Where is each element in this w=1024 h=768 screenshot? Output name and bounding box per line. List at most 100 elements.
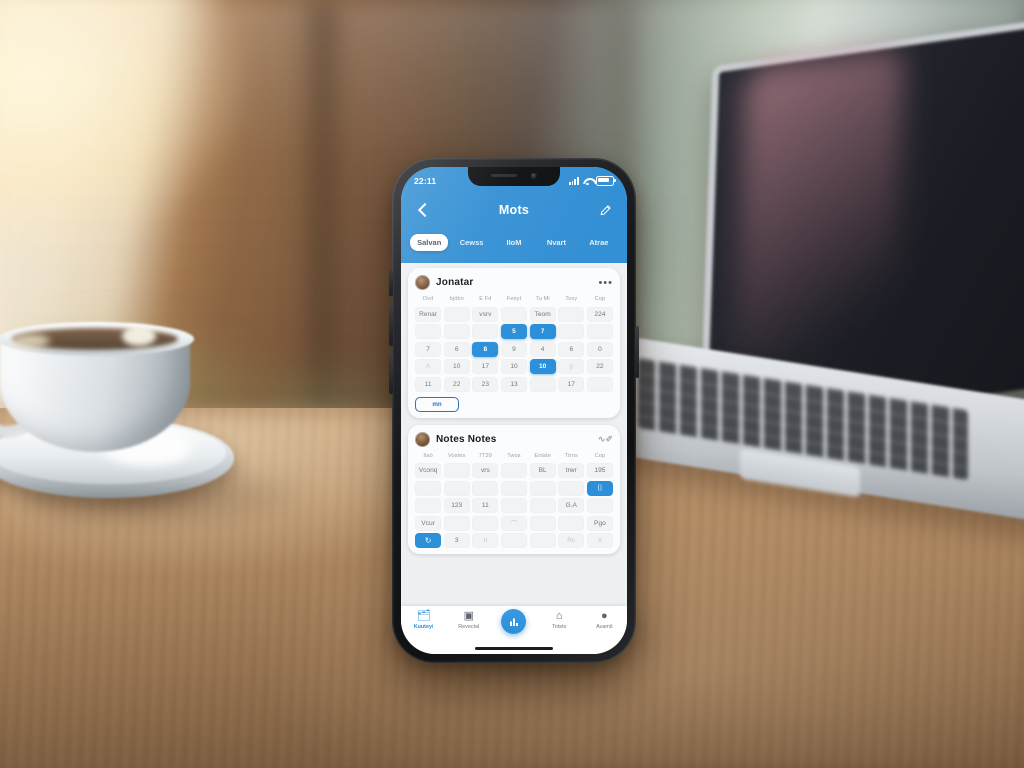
- calendar-day[interactable]: Vcur: [415, 515, 442, 531]
- calendar-day[interactable]: [558, 324, 585, 339]
- calendar-day[interactable]: y: [558, 359, 585, 374]
- calendar-day[interactable]: [500, 463, 528, 478]
- calendar-day[interactable]: 224: [586, 306, 613, 322]
- calendar-day[interactable]: [558, 306, 585, 322]
- calendar-day[interactable]: 7: [415, 341, 442, 357]
- calendar-day[interactable]: 9: [500, 341, 528, 357]
- calendar-day[interactable]: 11: [472, 498, 499, 513]
- calendar-day[interactable]: A: [415, 359, 442, 374]
- more-options-icon[interactable]: •••: [598, 277, 613, 288]
- calendar-day[interactable]: [500, 533, 528, 548]
- scribble-icon[interactable]: ∿✐: [598, 434, 613, 445]
- calendar-day[interactable]: Vconq: [415, 463, 442, 478]
- calendar-day[interactable]: Rc: [558, 533, 585, 548]
- calendar-day[interactable]: [415, 324, 442, 339]
- calendar-day[interactable]: 22: [443, 376, 470, 392]
- calendar-day[interactable]: 6: [558, 341, 585, 357]
- mute-switch[interactable]: [389, 270, 393, 296]
- bottom-tab-bar[interactable]: 🗂 Kuuteyi ▣ Revectal ⌂ Totsts ● Avamš: [401, 606, 627, 654]
- calendar-day[interactable]: 123: [443, 498, 470, 513]
- calendar-day[interactable]: [443, 306, 470, 322]
- calendar-day-selected[interactable]: 10: [529, 359, 556, 374]
- tab-0[interactable]: Salvan: [410, 233, 449, 251]
- calendar-day[interactable]: 4: [529, 341, 556, 357]
- calendar-day[interactable]: 10: [500, 359, 528, 374]
- calendar-day[interactable]: ⌒: [500, 515, 528, 531]
- scroll-content[interactable]: Jonatar ••• Dvd bjöbn E Fd Feeyt Tu Mi Toxy Cop R…: [401, 263, 627, 606]
- calendar-day[interactable]: [529, 498, 556, 513]
- calendar-day[interactable]: BL: [529, 463, 556, 478]
- segment-tabs[interactable]: Salvan Cewss IIoM Nvart Atrae: [401, 227, 627, 263]
- calendar-day[interactable]: [586, 498, 613, 513]
- bottom-nav-item-1[interactable]: ▣ Revectal: [449, 610, 489, 630]
- calendar-day[interactable]: [415, 498, 442, 513]
- chevron-left-icon: [417, 202, 432, 218]
- calendar-day[interactable]: Teom: [529, 306, 556, 322]
- calendar-day[interactable]: n: [472, 533, 499, 548]
- calendar-day[interactable]: [529, 515, 556, 531]
- calendar-day[interactable]: [472, 324, 499, 339]
- volume-up-button[interactable]: [389, 308, 393, 346]
- edit-button[interactable]: [595, 200, 615, 220]
- calendar-day[interactable]: [443, 324, 470, 339]
- calendar-day[interactable]: [443, 515, 470, 531]
- bottom-nav-item-3[interactable]: ⌂ Totsts: [539, 610, 579, 630]
- smartphone: 22:11 Mots Salvan Cewss IIoM Nvart Atrae…: [389, 158, 639, 663]
- calendar-day[interactable]: trwr: [558, 463, 585, 478]
- tab-2[interactable]: IIoM: [495, 234, 533, 251]
- card-action-button[interactable]: mn: [415, 396, 459, 412]
- calendar-day[interactable]: [472, 480, 499, 496]
- calendar-day[interactable]: [443, 480, 470, 496]
- calendar-day[interactable]: Pgo: [586, 515, 613, 531]
- calendar-day[interactable]: 0: [586, 341, 613, 357]
- calendar-day[interactable]: [529, 376, 556, 392]
- calendar-day[interactable]: 23: [472, 376, 499, 392]
- calendar-day[interactable]: vsrv: [472, 306, 499, 322]
- calendar-day[interactable]: [558, 480, 585, 496]
- tab-1[interactable]: Cewss: [452, 234, 490, 251]
- calendar-day[interactable]: 22: [586, 359, 613, 374]
- power-button[interactable]: [635, 326, 639, 378]
- calendar-day[interactable]: [472, 515, 499, 531]
- calendar-day[interactable]: [586, 376, 613, 392]
- calendar-day[interactable]: vrs: [472, 463, 499, 478]
- calendar-day[interactable]: Renar: [415, 306, 442, 322]
- calendar-day-selected[interactable]: 8: [472, 341, 499, 357]
- calendar-day[interactable]: 11: [415, 376, 442, 392]
- back-button[interactable]: [413, 200, 433, 220]
- calendar-day[interactable]: [529, 533, 556, 548]
- calendar-day[interactable]: [443, 463, 470, 478]
- calendar-day-selected[interactable]: 5: [500, 324, 528, 339]
- calendar-day[interactable]: [558, 515, 585, 531]
- calendar-day[interactable]: [586, 324, 613, 339]
- calendar-day[interactable]: 195: [586, 463, 613, 478]
- tab-4[interactable]: Atrae: [580, 234, 618, 251]
- chart-fab-icon[interactable]: [501, 609, 527, 634]
- calendar-day[interactable]: [415, 480, 442, 496]
- tab-3[interactable]: Nvart: [537, 234, 575, 251]
- calendar-grid[interactable]: Ilaó Voxtes 7T39 Twos Enlate Ttrns Cop Vconq vrs…: [415, 452, 613, 548]
- calendar-grid[interactable]: Dvd bjöbn E Fd Feeyt Tu Mi Toxy Cop Renar vsrv Te…: [415, 295, 613, 392]
- cellular-signal-icon: [568, 177, 579, 185]
- bottom-nav-item-2[interactable]: [494, 609, 534, 634]
- calendar-day-selected[interactable]: 7: [529, 324, 556, 339]
- calendar-day[interactable]: [500, 480, 528, 496]
- calendar-day[interactable]: 17: [558, 376, 585, 392]
- grid-icon: ▣: [463, 610, 474, 622]
- calendar-day[interactable]: 3: [443, 533, 470, 548]
- calendar-day[interactable]: V: [586, 533, 613, 548]
- calendar-day[interactable]: 10: [443, 359, 470, 374]
- calendar-day[interactable]: 13: [500, 376, 528, 392]
- calendar-day[interactable]: G.A: [558, 498, 585, 513]
- calendar-day[interactable]: ⌷: [586, 480, 613, 496]
- bottom-nav-item-4[interactable]: ● Avamš: [584, 610, 624, 630]
- calendar-day[interactable]: [529, 480, 556, 496]
- calendar-day[interactable]: [500, 498, 528, 513]
- calendar-day[interactable]: 17: [472, 359, 499, 374]
- weekday-label: Feeyt: [506, 296, 522, 302]
- calendar-day[interactable]: [500, 306, 528, 322]
- bottom-nav-item-0[interactable]: 🗂 Kuuteyi: [404, 610, 444, 630]
- calendar-day[interactable]: 6: [443, 341, 470, 357]
- volume-down-button[interactable]: [389, 356, 393, 394]
- calendar-day[interactable]: ↻: [415, 533, 442, 548]
